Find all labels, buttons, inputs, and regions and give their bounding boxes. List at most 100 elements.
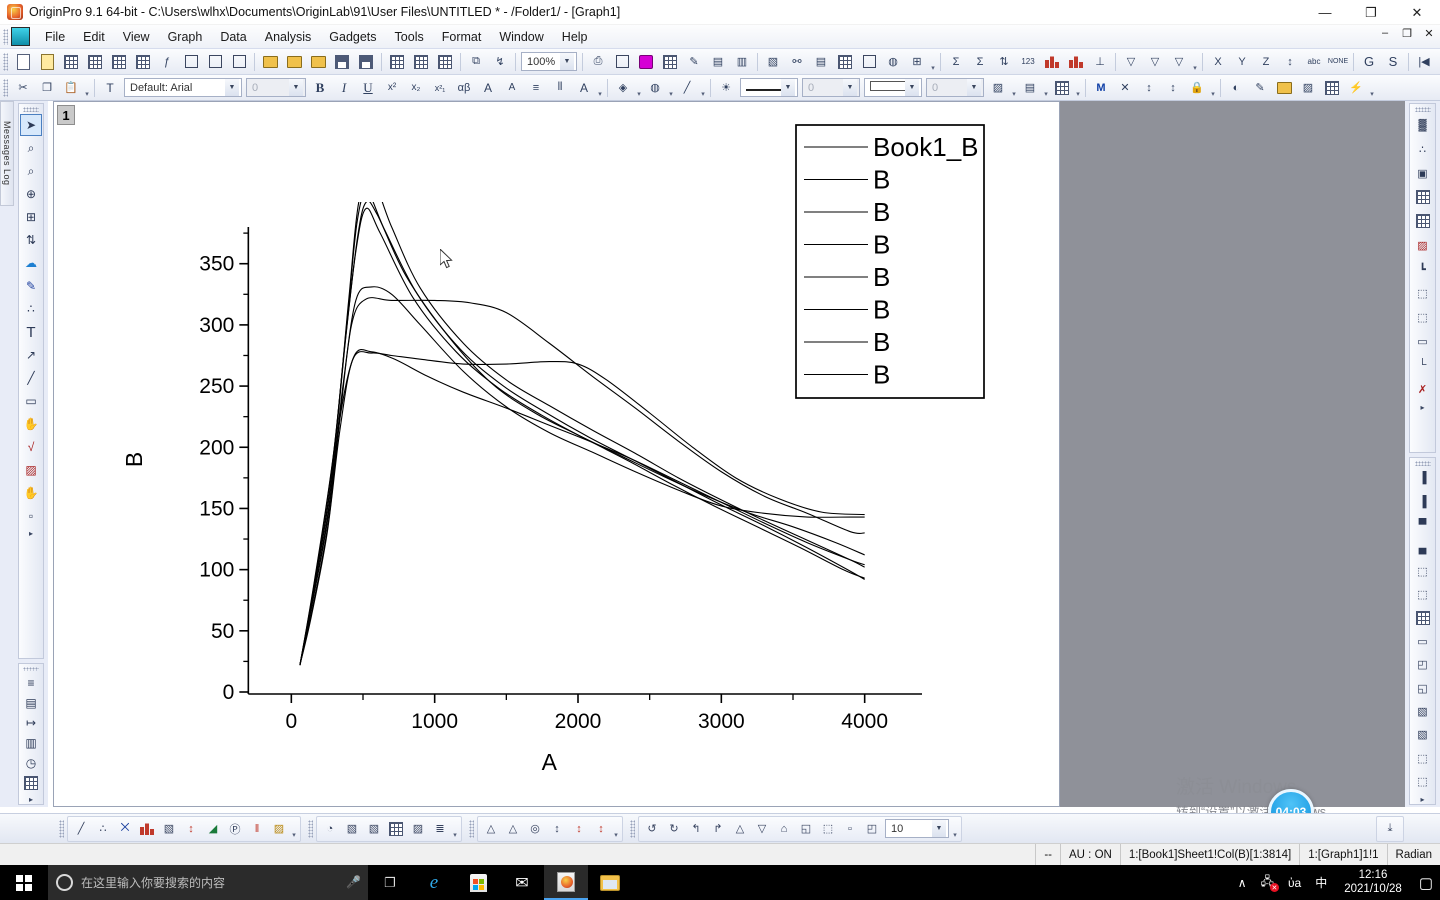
set-as-z-icon[interactable]: Z bbox=[1255, 51, 1277, 73]
chevron-down-icon[interactable]: ▾ bbox=[1191, 52, 1199, 72]
rotate-3d-tool-icon[interactable]: ▫ bbox=[20, 505, 42, 527]
rescale-icon[interactable]: ⬚ bbox=[1412, 282, 1434, 304]
hatch-pattern-icon[interactable]: ▨ bbox=[987, 77, 1009, 99]
statistics-on-columns-icon[interactable]: Σ bbox=[969, 51, 991, 73]
contour-plot-icon[interactable]: ◔ bbox=[319, 818, 341, 840]
worksheet-query-icon[interactable] bbox=[858, 51, 880, 73]
results-log-icon[interactable]: ✎ bbox=[683, 51, 705, 73]
perspective-increase-icon[interactable]: △ bbox=[729, 818, 751, 840]
line-width-combo[interactable]: 0 ▼ bbox=[802, 78, 860, 97]
zoom-level-combo[interactable]: 100% ▼ bbox=[521, 52, 577, 71]
group-objects-icon[interactable]: ▧ bbox=[1412, 701, 1434, 722]
extract-graphs-icon[interactable] bbox=[1412, 186, 1434, 208]
chevron-down-icon[interactable]: ▾ bbox=[667, 78, 675, 98]
error-bar-xy-icon[interactable]: ↕ bbox=[590, 818, 612, 840]
new-layout-window-icon[interactable]: ▧ bbox=[762, 51, 784, 73]
toolbar-grip-format[interactable] bbox=[3, 78, 8, 97]
delete-filter-icon[interactable]: ▽ bbox=[1168, 51, 1190, 73]
disable-filter-icon[interactable]: ▽ bbox=[1144, 51, 1166, 73]
apply-theme-icon[interactable]: ▨ bbox=[1297, 77, 1319, 99]
polar-plot-icon[interactable]: Ⓟ bbox=[224, 818, 246, 840]
speed-mode-icon[interactable]: ⚡ bbox=[1345, 77, 1367, 99]
rectangle-tool-icon[interactable]: ▭ bbox=[20, 390, 42, 412]
toolbar-grip-3d[interactable] bbox=[308, 819, 313, 838]
filter-icon[interactable]: ▽ bbox=[1120, 51, 1142, 73]
copy-icon[interactable]: ❐ bbox=[36, 77, 58, 99]
expand-toolbar-icon[interactable]: ▸ bbox=[1420, 795, 1424, 804]
new-legend-icon[interactable]: ┗ bbox=[1412, 258, 1434, 280]
chevron-down-icon[interactable]: ▾ bbox=[929, 52, 937, 72]
rotate-ccw-icon[interactable]: ↺ bbox=[641, 818, 663, 840]
bold-icon[interactable]: B bbox=[309, 77, 331, 99]
mail-icon[interactable]: ✉ bbox=[500, 865, 544, 900]
toolbar-grip-special[interactable] bbox=[469, 819, 474, 838]
data-reader-tool-icon[interactable]: ⊞ bbox=[20, 206, 42, 228]
line-symbol-icon[interactable]: ⨉ bbox=[114, 818, 136, 840]
bring-front-icon[interactable]: ◰ bbox=[1412, 654, 1434, 675]
text-tool-icon[interactable]: T bbox=[20, 321, 42, 343]
status-angle-unit[interactable]: Radian bbox=[1386, 843, 1440, 866]
unmerge-icon[interactable]: ✕ bbox=[1114, 77, 1136, 99]
font-family-combo[interactable]: Default: Arial ▼ bbox=[124, 78, 242, 97]
mdi-minimize-button[interactable]: – bbox=[1378, 27, 1392, 40]
new-workbook-icon[interactable] bbox=[60, 51, 82, 73]
taskbar-clock[interactable]: 12:16 2021/10/28 bbox=[1334, 869, 1412, 895]
plot-setup-icon[interactable]: ∴ bbox=[1412, 138, 1434, 160]
chevron-down-icon[interactable]: ▾ bbox=[1010, 78, 1018, 98]
align-bottom-icon[interactable]: ▄ bbox=[1412, 538, 1434, 559]
hierarchy-icon[interactable]: ⚯ bbox=[786, 51, 808, 73]
print-preview-icon[interactable] bbox=[611, 51, 633, 73]
run-script-icon[interactable]: ↯ bbox=[489, 51, 511, 73]
zoom-out-tool-icon[interactable]: ⌕ bbox=[20, 160, 42, 182]
send-back-icon[interactable]: ◱ bbox=[1412, 678, 1434, 699]
chevron-down-icon[interactable]: ▾ bbox=[951, 819, 959, 839]
new-notes-icon[interactable] bbox=[204, 51, 226, 73]
arrow-tool-icon[interactable]: ↗ bbox=[20, 344, 42, 366]
open-project-icon[interactable] bbox=[259, 51, 281, 73]
save-template-icon[interactable] bbox=[355, 51, 377, 73]
font-color-icon[interactable]: A bbox=[573, 77, 595, 99]
greek-symbol-icon[interactable]: αβ bbox=[453, 77, 475, 99]
ternary-plot-icon[interactable]: △ bbox=[480, 818, 502, 840]
font-size-combo[interactable]: 0 ▼ bbox=[246, 78, 306, 97]
dotted-pattern-icon[interactable]: ▤ bbox=[1019, 77, 1041, 99]
chevron-down-icon[interactable]: ▾ bbox=[596, 78, 604, 98]
regional-mask-tool-icon[interactable]: ∴ bbox=[20, 298, 42, 320]
start-button[interactable] bbox=[0, 865, 48, 900]
toolbar-grip-3drotate[interactable] bbox=[630, 819, 635, 838]
new-project-icon[interactable] bbox=[12, 51, 34, 73]
microsoft-store-icon[interactable] bbox=[456, 865, 500, 900]
lock-icon[interactable]: 🔒 bbox=[1186, 77, 1208, 99]
import-wizard-icon[interactable] bbox=[307, 51, 329, 73]
rotate-cw-icon[interactable]: ↻ bbox=[663, 818, 685, 840]
export-graph-icon[interactable]: ⤓ bbox=[1379, 818, 1401, 840]
region-tool-icon[interactable]: ▨ bbox=[20, 459, 42, 481]
histogram-icon[interactable] bbox=[1041, 51, 1063, 73]
network-icon[interactable]: 🖧 ✕ bbox=[1254, 865, 1281, 900]
grid-tool-icon[interactable] bbox=[20, 774, 42, 793]
toolbar-grip-handle[interactable] bbox=[1414, 461, 1431, 466]
toolbar-grip-handle[interactable] bbox=[1414, 107, 1431, 112]
toolbar-grip-handle[interactable] bbox=[23, 667, 39, 672]
merge-graph-icon[interactable]: ▣ bbox=[1412, 162, 1434, 184]
perspective-decrease-icon[interactable]: ▽ bbox=[751, 818, 773, 840]
menu-item-file[interactable]: File bbox=[36, 27, 74, 47]
chevron-down-icon[interactable]: ▼ bbox=[560, 53, 574, 70]
fill-color-icon[interactable]: ◈ bbox=[612, 77, 634, 99]
set-as-y-icon[interactable]: Y bbox=[1231, 51, 1253, 73]
paste-icon[interactable]: 📋 bbox=[60, 77, 82, 99]
dimension-tool-icon[interactable]: ↦ bbox=[20, 714, 42, 733]
fit-layers-icon[interactable]: ⬚ bbox=[1412, 771, 1434, 792]
normalize-icon[interactable]: 123 bbox=[1017, 51, 1039, 73]
fit-page-icon[interactable]: ⬚ bbox=[1412, 747, 1434, 768]
chevron-down-icon[interactable]: ▾ bbox=[451, 819, 459, 839]
speed-mode-off-icon[interactable]: ✗ bbox=[1412, 378, 1434, 400]
area-plot-icon[interactable]: ▧ bbox=[158, 818, 180, 840]
supersubscript-icon[interactable]: x²₁ bbox=[429, 77, 451, 99]
menu-item-help[interactable]: Help bbox=[553, 27, 597, 47]
menu-item-graph[interactable]: Graph bbox=[159, 27, 212, 47]
scatter-plot-icon[interactable]: ∴ bbox=[92, 818, 114, 840]
microphone-icon[interactable]: 🎤 bbox=[346, 875, 361, 891]
data-highlighter-tool-icon[interactable]: ☁ bbox=[20, 252, 42, 274]
reset-rotation-icon[interactable]: ▫ bbox=[839, 818, 861, 840]
